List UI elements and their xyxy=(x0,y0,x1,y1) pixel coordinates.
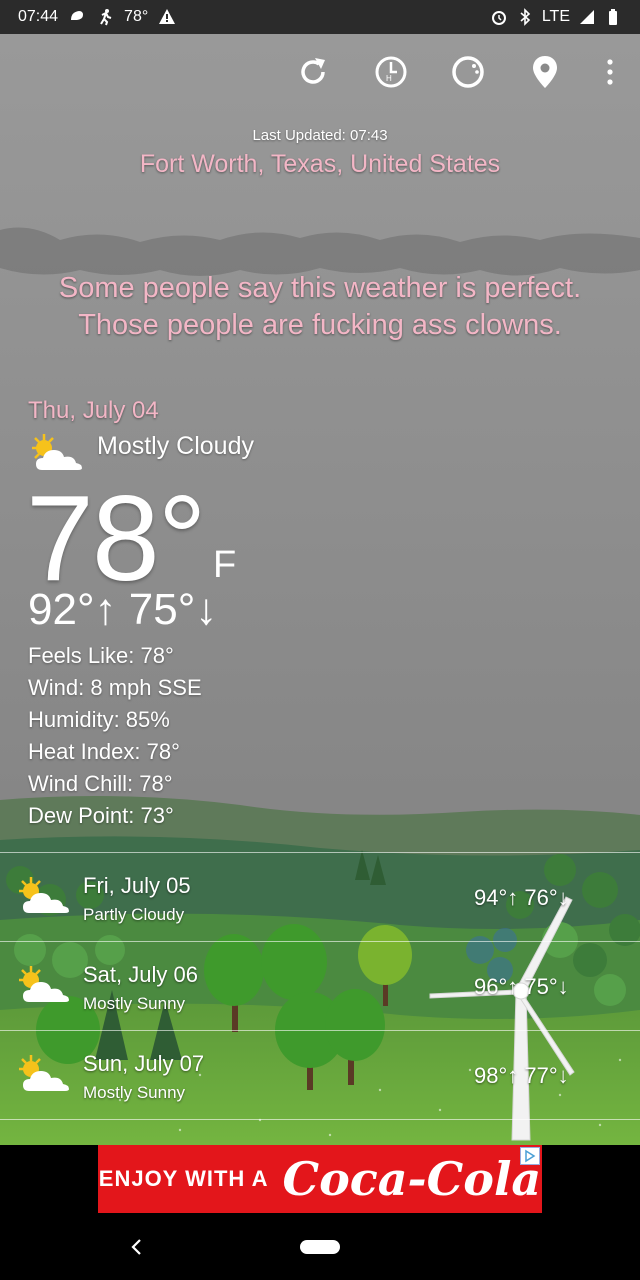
forecast-date: Fri, July 05 xyxy=(83,873,191,898)
status-bar: 07:44 78° LTE xyxy=(0,0,640,34)
location-button[interactable] xyxy=(523,50,567,94)
bluetooth-icon xyxy=(520,8,531,26)
forecast-row[interactable]: Sat, July 06 Mostly Sunny 96°↑ 75°↓ xyxy=(0,941,640,1031)
forecast-temps: 98°↑ 77°↓ xyxy=(474,1063,569,1088)
refresh-icon xyxy=(301,58,325,84)
forecast-condition: Mostly Sunny xyxy=(83,994,186,1013)
forecast-row[interactable]: Sun, July 07 Mostly Sunny 98°↑ 77°↓ xyxy=(0,1030,640,1120)
dew-point: Dew Point: 73° xyxy=(28,803,174,828)
quote-line-2: Those people are fucking ass clowns. xyxy=(78,309,562,341)
forecast-date: Sun, July 07 xyxy=(83,1051,205,1076)
forecast-date: Sat, July 06 xyxy=(83,962,198,987)
toolbar: H xyxy=(0,50,640,94)
status-temp: 78° xyxy=(124,8,149,25)
notification-icon xyxy=(71,11,84,20)
forecast-temps: 94°↑ 76°↓ xyxy=(474,885,569,910)
humidity: Humidity: 85% xyxy=(28,707,170,732)
alarm-icon xyxy=(491,11,506,25)
today-condition: Mostly Cloudy xyxy=(97,432,254,460)
refresh-button[interactable] xyxy=(291,50,335,94)
signal-icon xyxy=(580,10,594,24)
mostly-sunny-icon xyxy=(19,966,69,1002)
wind: Wind: 8 mph SSE xyxy=(28,675,202,700)
back-icon[interactable] xyxy=(124,1235,148,1259)
more-vert-icon xyxy=(607,59,613,85)
location-pin-icon xyxy=(533,56,557,88)
forecast-divider xyxy=(0,1119,640,1120)
navigation-bar xyxy=(0,1213,640,1280)
today-date: Thu, July 04 xyxy=(28,397,159,424)
location-title[interactable]: Fort Worth, Texas, United States xyxy=(0,150,640,179)
forecast-condition: Partly Cloudy xyxy=(83,905,185,924)
weather-screen: 07:44 78° LTE H Last Updated: 07:43 Fort… xyxy=(0,0,640,1280)
warning-icon xyxy=(159,9,176,24)
battery-icon xyxy=(609,9,617,25)
mostly-sunny-icon xyxy=(19,1055,69,1091)
svg-text:H: H xyxy=(386,74,392,83)
ad-banner[interactable]: ENJOY WITH A Coca-Cola xyxy=(98,1145,542,1213)
weather-details: Feels Like: 78° Wind: 8 mph SSE Humidity… xyxy=(28,640,202,832)
feels-like: Feels Like: 78° xyxy=(28,643,174,668)
status-network: LTE xyxy=(541,8,570,25)
partly-cloudy-icon xyxy=(19,877,69,913)
ad-choices-icon[interactable] xyxy=(520,1147,540,1165)
quote-line-1: Some people say this weather is perfect. xyxy=(58,272,582,304)
weather-quote[interactable]: Some people say this weather is perfect.… xyxy=(20,270,620,344)
theme-button[interactable] xyxy=(446,50,490,94)
ad-lead-text: ENJOY WITH A xyxy=(98,1166,269,1191)
temperature-unit[interactable]: F xyxy=(213,544,236,587)
today-high-low: 92°↑ 75°↓ xyxy=(28,585,218,634)
history-icon: H xyxy=(375,56,407,88)
heat-index: Heat Index: 78° xyxy=(28,739,180,764)
last-updated: Last Updated: 07:43 xyxy=(252,127,388,144)
history-button[interactable]: H xyxy=(369,50,413,94)
wind-chill: Wind Chill: 78° xyxy=(28,771,173,796)
ad-brand-logo: Coca-Cola xyxy=(282,1152,542,1206)
forecast-temps: 96°↑ 75°↓ xyxy=(474,974,569,999)
theme-icon xyxy=(452,56,484,88)
forecast-condition: Mostly Sunny xyxy=(83,1083,186,1102)
running-icon xyxy=(100,9,112,26)
forecast-row[interactable]: Fri, July 05 Partly Cloudy 94°↑ 76°↓ xyxy=(0,852,640,942)
status-time: 07:44 xyxy=(18,8,59,25)
more-options-button[interactable] xyxy=(588,50,632,94)
home-pill[interactable] xyxy=(300,1240,340,1254)
